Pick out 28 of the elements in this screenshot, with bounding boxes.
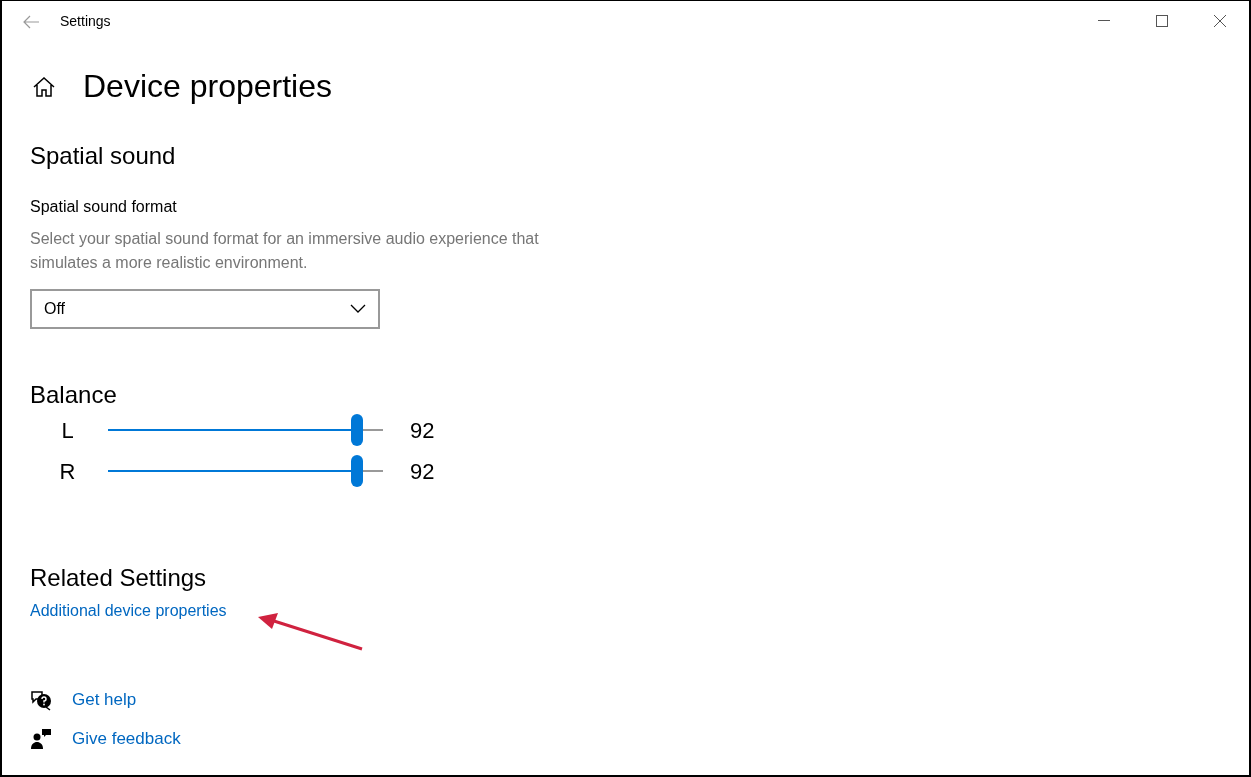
help-chat-icon bbox=[30, 689, 52, 712]
slider-thumb[interactable] bbox=[350, 455, 363, 488]
feedback-person-icon bbox=[30, 728, 52, 751]
chevron-down-icon bbox=[350, 304, 366, 314]
minimize-icon bbox=[1098, 20, 1110, 22]
section-heading: Balance bbox=[30, 381, 118, 410]
help-link[interactable]: Give feedback bbox=[72, 726, 181, 752]
dropdown-value: Off bbox=[44, 299, 66, 319]
close-icon bbox=[1214, 15, 1226, 27]
slider-thumb[interactable] bbox=[350, 414, 363, 447]
home-icon[interactable] bbox=[33, 76, 55, 97]
format-dropdown[interactable]: Off bbox=[30, 289, 380, 329]
page-title: Device properties bbox=[83, 69, 332, 105]
window-title: Settings bbox=[60, 11, 111, 31]
balance-slider[interactable] bbox=[105, 455, 386, 488]
slider-value: 92 bbox=[410, 457, 435, 486]
additional-properties-link[interactable]: Additional device properties bbox=[30, 601, 227, 619]
description-text: Select your spatial sound format for an immersive audio experience that simulates a more realistic environment. bbox=[30, 229, 540, 273]
back-arrow-icon bbox=[22, 14, 40, 29]
slider-value: 92 bbox=[410, 416, 435, 445]
balance-slider[interactable] bbox=[105, 414, 386, 447]
maximize-icon bbox=[1156, 15, 1168, 27]
channel-label: L bbox=[60, 416, 75, 445]
channel-label: R bbox=[58, 457, 77, 486]
section-heading: Spatial sound bbox=[30, 142, 177, 171]
field-label: Spatial sound format bbox=[30, 197, 178, 217]
help-link[interactable]: Get help bbox=[72, 687, 137, 713]
section-heading: Related Settings bbox=[30, 563, 208, 593]
